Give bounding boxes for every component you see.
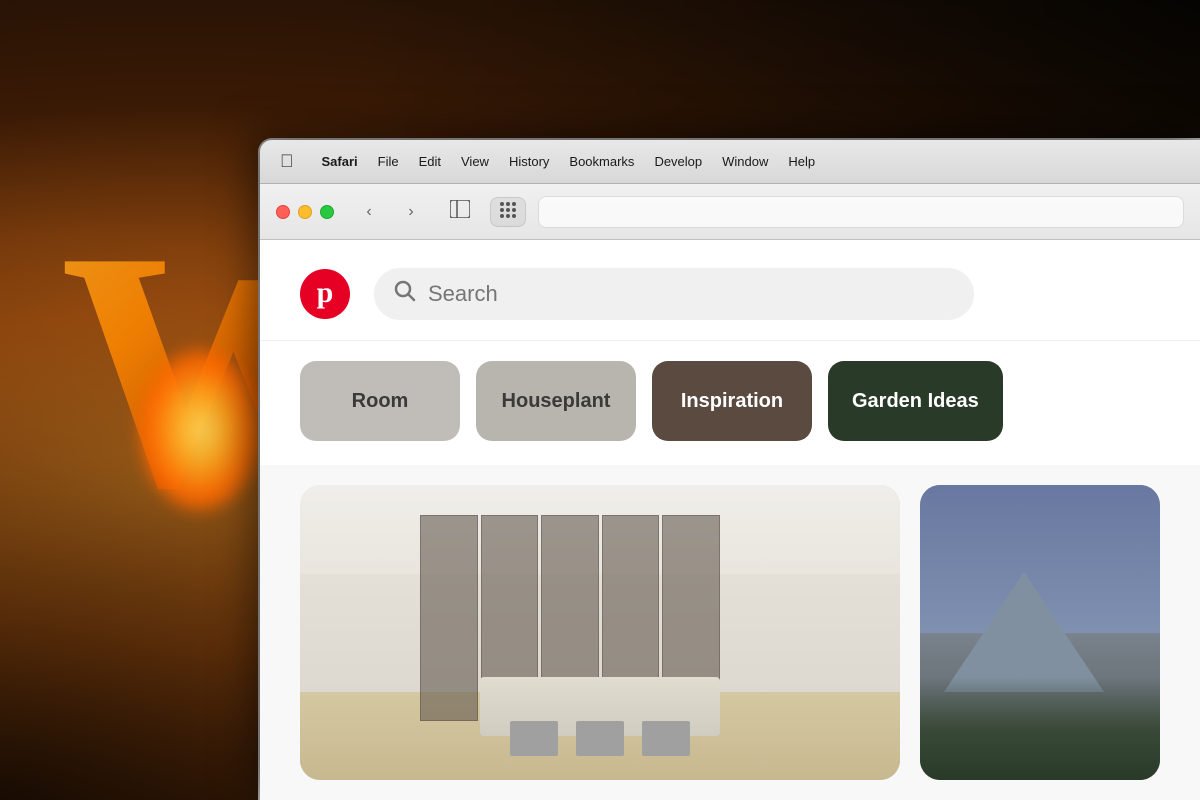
pinterest-logo[interactable]: p	[300, 269, 350, 319]
grid-icon	[499, 201, 517, 222]
search-placeholder-text: Search	[428, 281, 498, 307]
pin-card-room[interactable]	[300, 485, 900, 780]
sidebar-toggle-button[interactable]	[442, 197, 478, 227]
menu-bookmarks[interactable]: Bookmarks	[559, 150, 644, 173]
menu-file[interactable]: File	[368, 150, 409, 173]
forward-icon: ›	[408, 203, 413, 221]
menu-safari[interactable]: Safari	[312, 150, 368, 173]
back-icon: ‹	[366, 203, 371, 221]
menu-edit[interactable]: Edit	[409, 150, 451, 173]
menu-view[interactable]: View	[451, 150, 499, 173]
category-chip-houseplant[interactable]: Houseplant	[476, 361, 636, 441]
category-garden-ideas-label: Garden Ideas	[852, 390, 979, 413]
mac-window:  Safari File Edit View History Bookmark…	[260, 140, 1200, 800]
category-chip-room[interactable]: Room	[300, 361, 460, 441]
close-button[interactable]	[276, 205, 290, 219]
address-bar[interactable]	[538, 196, 1184, 228]
menu-window[interactable]: Window	[712, 150, 778, 173]
content-grid	[260, 465, 1200, 800]
menu-history[interactable]: History	[499, 150, 559, 173]
menu-help[interactable]: Help	[778, 150, 825, 173]
room-image	[300, 485, 900, 780]
menu-bar:  Safari File Edit View History Bookmark…	[260, 140, 1200, 184]
browser-content: p Search Room H	[260, 240, 1200, 800]
search-bar[interactable]: Search	[374, 268, 974, 320]
pinterest-logo-letter: p	[317, 278, 334, 308]
pin-card-mountain[interactable]	[920, 485, 1160, 780]
maximize-button[interactable]	[320, 205, 334, 219]
minimize-button[interactable]	[298, 205, 312, 219]
category-chip-garden-ideas[interactable]: Garden Ideas	[828, 361, 1003, 441]
apple-logo-icon[interactable]: 	[280, 151, 294, 172]
search-icon	[394, 280, 416, 308]
traffic-lights	[276, 205, 334, 219]
back-button[interactable]: ‹	[354, 197, 384, 227]
category-room-label: Room	[352, 390, 409, 413]
forward-button[interactable]: ›	[396, 197, 426, 227]
category-chip-inspiration[interactable]: Inspiration	[652, 361, 812, 441]
mountain-image	[920, 485, 1160, 780]
categories-row: Room Houseplant Inspiration Garden Ideas	[260, 341, 1200, 465]
browser-toolbar: ‹ ›	[260, 184, 1200, 240]
category-houseplant-label: Houseplant	[502, 390, 611, 413]
category-inspiration-label: Inspiration	[681, 390, 783, 413]
sidebar-icon	[450, 200, 470, 223]
bulb-glow	[140, 350, 260, 510]
tab-grid-button[interactable]	[490, 197, 526, 227]
menu-develop[interactable]: Develop	[644, 150, 712, 173]
pinterest-header: p Search	[260, 240, 1200, 341]
